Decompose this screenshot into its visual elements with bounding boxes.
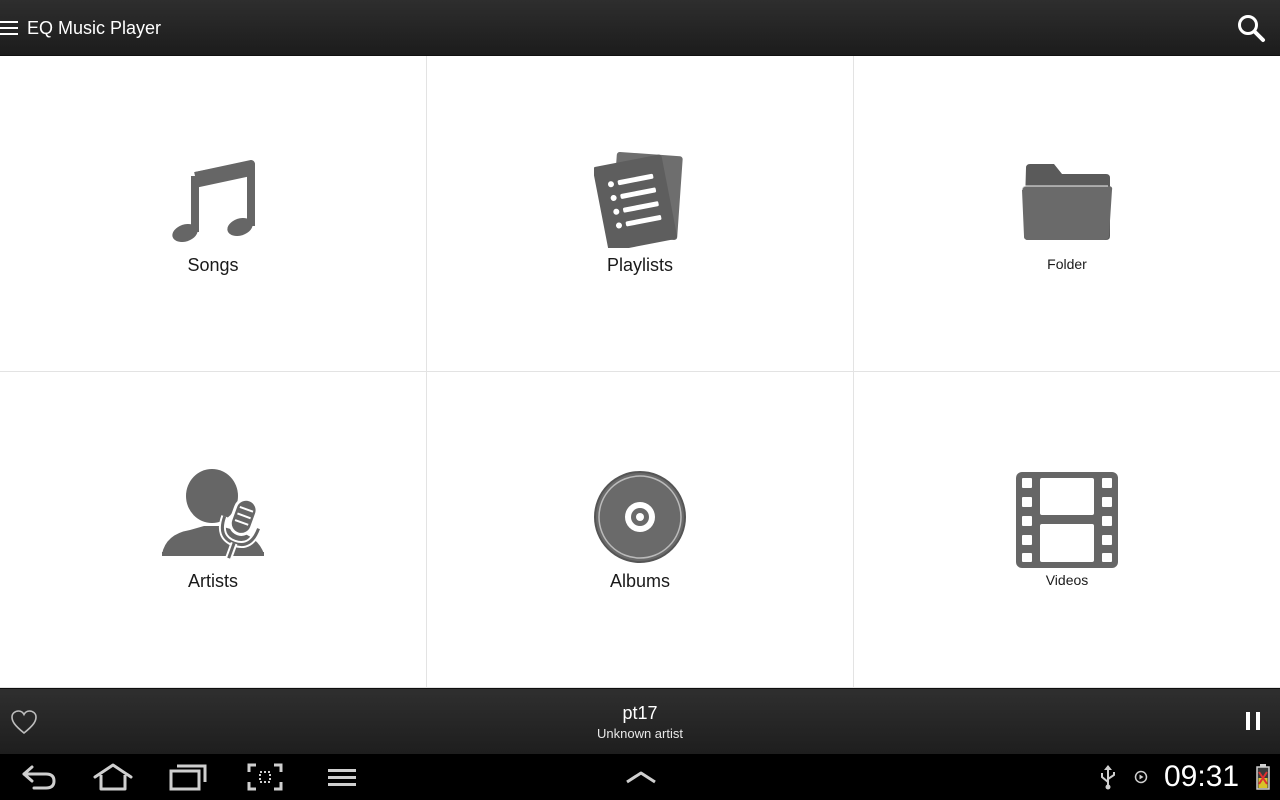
tile-label: Albums <box>609 571 671 591</box>
tile-playlists[interactable]: Playlists <box>427 56 854 372</box>
pause-icon <box>1246 712 1250 730</box>
tile-label: Videos <box>1045 572 1089 588</box>
chevron-up-icon[interactable] <box>624 762 658 792</box>
search-icon[interactable] <box>1236 13 1266 43</box>
tile-videos[interactable]: Videos <box>854 372 1280 688</box>
tile-artists[interactable]: Artists <box>0 372 427 688</box>
app-window: EQ Music Player Songs Playlists Folder A… <box>0 0 1280 800</box>
recent-apps-icon[interactable] <box>168 762 208 792</box>
action-bar: EQ Music Player <box>0 0 1280 56</box>
screenshot-icon[interactable] <box>246 762 284 792</box>
album-disc-icon <box>594 471 686 563</box>
folder-icon <box>1021 164 1113 240</box>
tile-label: Playlists <box>606 255 673 275</box>
tile-label: Songs <box>187 255 239 275</box>
status-clock: 09:31 <box>1164 760 1240 793</box>
app-title: EQ Music Player <box>27 18 162 38</box>
menu-icon[interactable] <box>326 762 358 792</box>
playlist-icon <box>594 152 683 248</box>
heart-outline-icon[interactable] <box>10 709 38 735</box>
system-navigation-bar: 09:31 <box>0 754 1280 800</box>
hamburger-menu-icon[interactable] <box>0 20 18 36</box>
tile-albums[interactable]: Albums <box>427 372 854 688</box>
back-icon[interactable] <box>20 762 58 792</box>
track-title: pt17 <box>622 703 658 723</box>
now-playing-bar[interactable]: pt17 Unknown artist <box>0 688 1280 754</box>
pause-icon <box>1256 712 1260 730</box>
tile-songs[interactable]: Songs <box>0 56 427 372</box>
film-strip-icon <box>1016 472 1118 568</box>
usb-icon <box>1101 765 1115 790</box>
pause-button[interactable] <box>1240 710 1268 734</box>
library-grid: Songs Playlists Folder Artists Albums Vi… <box>0 56 1280 688</box>
music-note-icon <box>172 160 255 242</box>
home-icon[interactable] <box>92 762 134 792</box>
tile-label: Artists <box>187 571 238 591</box>
tile-folder[interactable]: Folder <box>854 56 1280 372</box>
artist-microphone-icon <box>162 469 264 560</box>
track-artist: Unknown artist <box>597 726 683 741</box>
media-icon <box>1134 770 1148 784</box>
battery-icon <box>1256 764 1270 790</box>
tile-label: Folder <box>1047 256 1087 272</box>
